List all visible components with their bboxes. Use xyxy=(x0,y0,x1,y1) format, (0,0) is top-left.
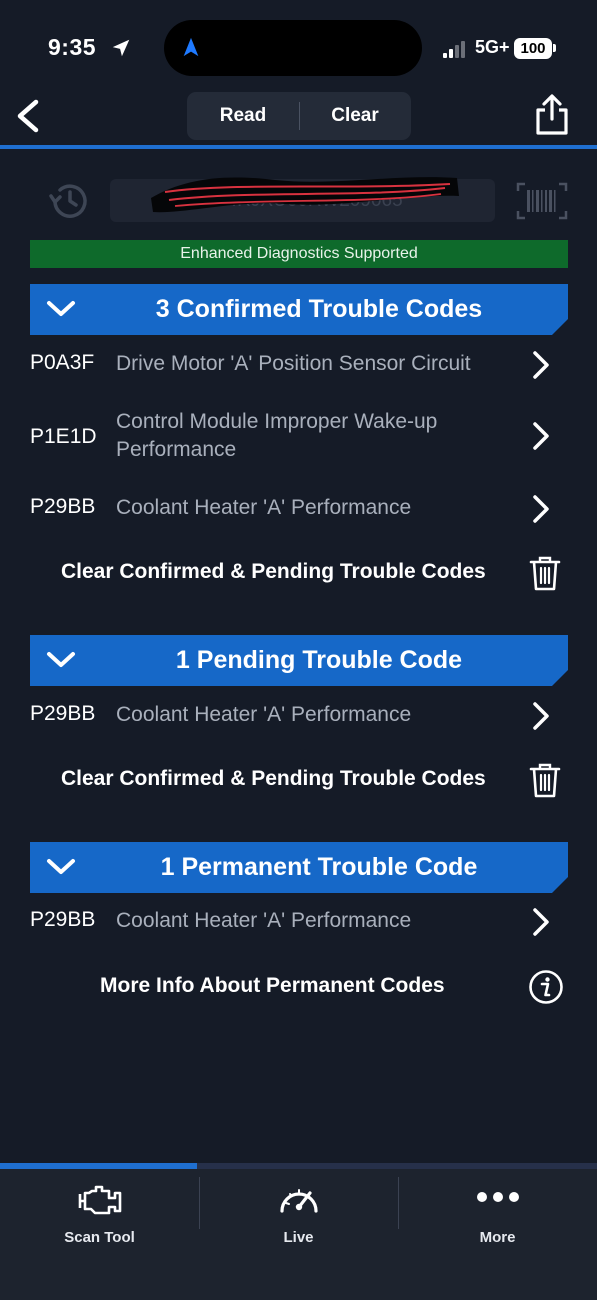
tab-more[interactable]: More xyxy=(398,1169,597,1269)
permanent-codes-info-action[interactable]: More Info About Permanent Codes xyxy=(0,966,597,1010)
code-id: P29BB xyxy=(30,495,96,518)
dynamic-island xyxy=(164,20,422,76)
battery-tip xyxy=(553,44,556,52)
pending-codes-header[interactable]: 1 Pending Trouble Code xyxy=(30,635,568,686)
trouble-code-row[interactable]: P0A3F Drive Motor 'A' Position Sensor Ci… xyxy=(0,345,597,385)
section-title: 3 Confirmed Trouble Codes xyxy=(155,295,483,323)
bottom-tab-bar: Scan Tool Live More xyxy=(0,1169,597,1300)
trouble-code-row[interactable]: P29BB Coolant Heater 'A' Performance xyxy=(0,696,597,736)
trash-icon xyxy=(529,556,561,591)
network-type: 5G+ xyxy=(475,37,510,57)
status-bar: 9:35 5G+ 100 xyxy=(0,0,597,90)
permanent-info-label: More Info About Permanent Codes xyxy=(100,974,445,997)
code-id: P1E1D xyxy=(30,425,97,448)
section-title: 1 Permanent Trouble Code xyxy=(160,853,478,881)
chevron-right-icon xyxy=(533,351,549,379)
code-description: Coolant Heater 'A' Performance xyxy=(116,496,412,519)
clear-codes-label: Clear Confirmed & Pending Trouble Codes xyxy=(61,560,486,583)
barcode-scan-icon[interactable] xyxy=(516,182,568,220)
navigation-arrow-icon xyxy=(183,37,199,57)
chevron-right-icon xyxy=(533,702,549,730)
clear-button[interactable]: Clear xyxy=(299,92,411,140)
read-button[interactable]: Read xyxy=(187,92,299,140)
trash-icon xyxy=(529,763,561,798)
permanent-codes-header[interactable]: 1 Permanent Trouble Code xyxy=(30,842,568,893)
engine-icon xyxy=(78,1185,121,1215)
redaction-scribble xyxy=(151,177,459,213)
code-description: Coolant Heater 'A' Performance xyxy=(116,909,412,932)
trouble-code-row[interactable]: P29BB Coolant Heater 'A' Performance xyxy=(0,902,597,942)
code-id: P0A3F xyxy=(30,351,95,374)
back-chevron-icon[interactable] xyxy=(8,94,48,138)
chevron-down-icon xyxy=(47,301,75,316)
header-corner-notch xyxy=(552,877,568,893)
location-arrow-icon xyxy=(112,39,130,57)
tab-live[interactable]: Live xyxy=(199,1169,398,1269)
cell-signal-icon xyxy=(443,40,471,58)
battery-indicator: 100 xyxy=(514,38,552,59)
confirmed-codes-header[interactable]: 3 Confirmed Trouble Codes xyxy=(30,284,568,335)
read-clear-segmented-control: Read Clear xyxy=(187,92,411,140)
history-icon[interactable] xyxy=(47,180,93,222)
code-description: Coolant Heater 'A' Performance xyxy=(116,703,412,726)
tab-scan-tool[interactable]: Scan Tool xyxy=(0,1169,199,1269)
code-description: Control Module Improper Wake-up Performa… xyxy=(116,410,438,461)
code-id: P29BB xyxy=(30,908,96,931)
code-description: Drive Motor 'A' Position Sensor Circuit xyxy=(116,352,471,375)
trouble-code-row[interactable]: P1E1D Control Module Improper Wake-up Pe… xyxy=(0,405,597,467)
clear-codes-label: Clear Confirmed & Pending Trouble Codes xyxy=(61,767,486,790)
chevron-right-icon xyxy=(533,422,549,450)
gauge-icon xyxy=(279,1189,318,1213)
tab-label: More xyxy=(479,1229,516,1246)
enhanced-diagnostics-banner: Enhanced Diagnostics Supported xyxy=(30,240,568,268)
chevron-right-icon xyxy=(533,908,549,936)
share-icon[interactable] xyxy=(532,93,572,137)
chevron-right-icon xyxy=(533,495,549,523)
more-dots-icon xyxy=(476,1192,519,1202)
header-corner-notch xyxy=(552,319,568,335)
status-time: 9:35 xyxy=(48,34,97,60)
nav-divider xyxy=(0,145,597,149)
chevron-down-icon xyxy=(47,652,75,667)
header-corner-notch xyxy=(552,670,568,686)
section-title: 1 Pending Trouble Code xyxy=(175,646,463,674)
clear-codes-action[interactable]: Clear Confirmed & Pending Trouble Codes xyxy=(0,759,597,803)
tab-label: Scan Tool xyxy=(64,1229,135,1246)
info-icon xyxy=(529,970,563,1004)
app-screen: 9:35 5G+ 100 Read Clear Enhanced Diagnos… xyxy=(0,0,597,1300)
code-id: P29BB xyxy=(30,702,96,725)
clear-codes-action[interactable]: Clear Confirmed & Pending Trouble Codes xyxy=(0,552,597,596)
tab-label: Live xyxy=(283,1229,314,1246)
chevron-down-icon xyxy=(47,859,75,874)
trouble-code-row[interactable]: P29BB Coolant Heater 'A' Performance xyxy=(0,489,597,529)
